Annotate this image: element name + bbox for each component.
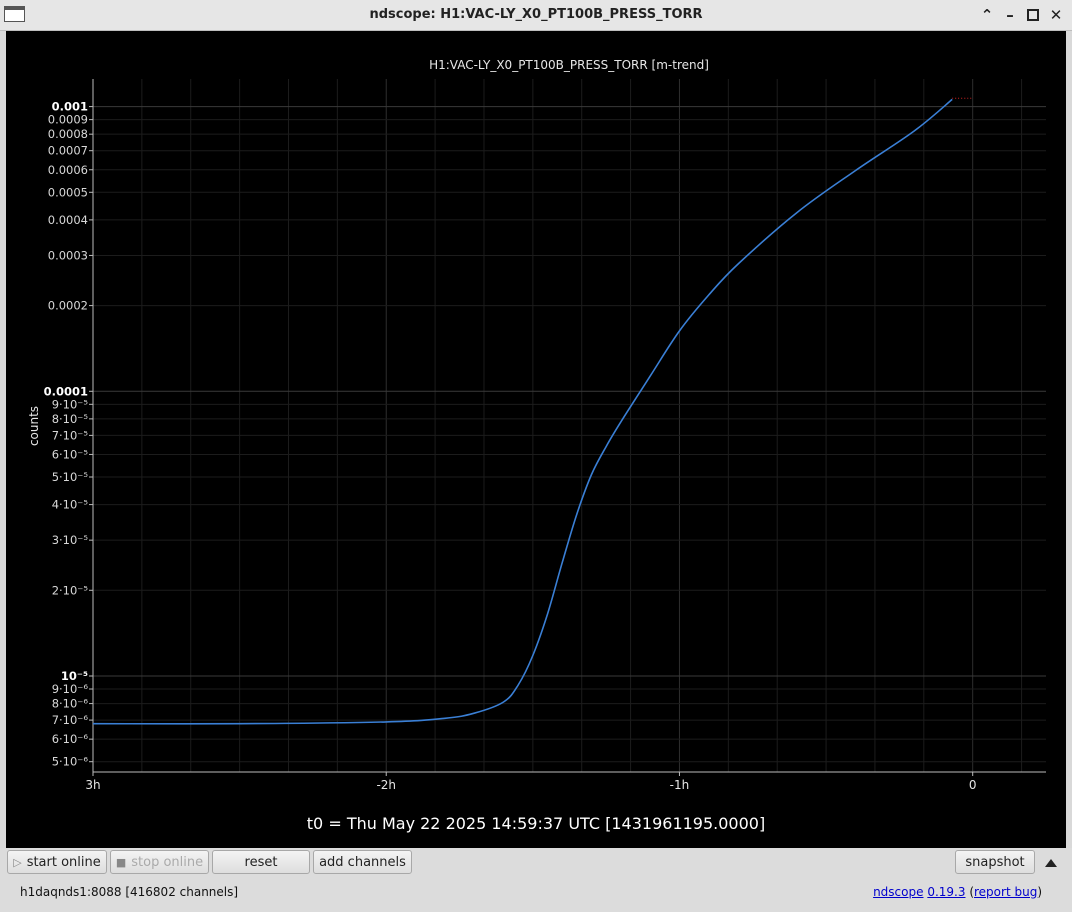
y-tick-label: 0.0004 bbox=[48, 213, 88, 227]
y-tick-label: 5·10⁻⁵ bbox=[52, 470, 89, 484]
x-tick-label: -2h bbox=[376, 778, 396, 792]
y-tick-label: 8·10⁻⁵ bbox=[52, 412, 89, 426]
start-online-label: start online bbox=[26, 854, 101, 870]
y-tick-label: 0.0005 bbox=[48, 185, 88, 199]
y-tick-label: 0.0002 bbox=[48, 299, 88, 313]
x-tick-label: -1h bbox=[670, 778, 690, 792]
y-tick-label: 0.0001 bbox=[44, 384, 88, 398]
y-tick-label: 0.0003 bbox=[48, 248, 88, 262]
chevron-up-icon[interactable]: ⌃ bbox=[977, 5, 997, 25]
play-icon: ▷ bbox=[13, 855, 22, 869]
y-tick-label: 7·10⁻⁶ bbox=[52, 713, 89, 727]
pressure-trace bbox=[92, 98, 953, 725]
y-tick-label: 0.0008 bbox=[48, 127, 88, 141]
version-link[interactable]: 0.19.3 bbox=[927, 885, 965, 899]
start-online-button[interactable]: ▷ start online bbox=[7, 850, 107, 874]
y-tick-label: 10⁻⁵ bbox=[61, 669, 88, 683]
x-tick-label: 3h bbox=[85, 778, 100, 792]
maximize-icon[interactable] bbox=[1023, 5, 1043, 25]
y-tick-label: 0.001 bbox=[52, 100, 88, 114]
plot-panel[interactable]: 0.001 0.0009 0.0008 0.0007 0.0006 0.0005 0.000… bbox=[6, 31, 1066, 848]
x-tick-label: 0 bbox=[969, 778, 977, 792]
close-icon[interactable]: ✕ bbox=[1046, 5, 1066, 25]
y-tick-label: 8·10⁻⁶ bbox=[52, 697, 89, 711]
triangle-up-icon[interactable] bbox=[1044, 856, 1058, 870]
ndscope-link[interactable]: ndscope bbox=[873, 885, 923, 899]
y-tick-label: 4·10⁻⁵ bbox=[52, 498, 89, 512]
y-tick-label: 0.0009 bbox=[48, 113, 88, 127]
y-tick-label: 6·10⁻⁵ bbox=[52, 447, 89, 461]
plot-canvas[interactable]: 0.0010.00090.0008 0.0007 0.0006 0.0005 0.000… bbox=[6, 31, 1066, 848]
plot-title: H1:VAC-LY_X0_PT100B_PRESS_TORR [m-trend] bbox=[429, 58, 709, 72]
grid bbox=[92, 79, 1046, 772]
t0-label: t0 = Thu May 22 2025 14:59:37 UTC [14319… bbox=[307, 814, 765, 833]
minimize-icon[interactable]: – bbox=[1000, 5, 1020, 25]
server-status: h1daqnds1:8088 [416802 channels] bbox=[20, 885, 239, 899]
report-bug-link[interactable]: report bug bbox=[974, 885, 1037, 899]
add-channels-button[interactable]: add channels bbox=[313, 850, 412, 874]
title-bar: ndscope: H1:VAC-LY_X0_PT100B_PRESS_TORR … bbox=[0, 0, 1072, 31]
y-tick-label: 9·10⁻⁵ bbox=[52, 397, 89, 411]
y-tick-label: 7·10⁻⁵ bbox=[52, 428, 89, 442]
window-title: ndscope: H1:VAC-LY_X0_PT100B_PRESS_TORR bbox=[369, 7, 703, 22]
y-tick-label: 9·10⁻⁶ bbox=[52, 682, 89, 696]
stop-online-label: stop online bbox=[131, 854, 204, 870]
control-bar: ▷ start online ■ stop online reset add cha… bbox=[0, 848, 1072, 912]
stop-icon: ■ bbox=[115, 855, 127, 869]
y-tick-label: 0.0006 bbox=[48, 163, 88, 177]
stop-online-button[interactable]: ■ stop online bbox=[110, 850, 209, 874]
reset-button[interactable]: reset bbox=[212, 850, 310, 874]
y-tick-label: 6·10⁻⁶ bbox=[52, 732, 89, 746]
version-info: ndscope 0.19.3 (report bug) bbox=[873, 885, 1042, 899]
y-tick-label: 0.0007 bbox=[48, 144, 88, 158]
y-tick-label: 5·10⁻⁶ bbox=[52, 755, 89, 769]
snapshot-button[interactable]: snapshot bbox=[955, 850, 1035, 874]
y-axis-label: counts bbox=[27, 406, 41, 446]
y-tick-label: 3·10⁻⁵ bbox=[52, 533, 89, 547]
y-tick-label: 2·10⁻⁵ bbox=[52, 583, 89, 597]
